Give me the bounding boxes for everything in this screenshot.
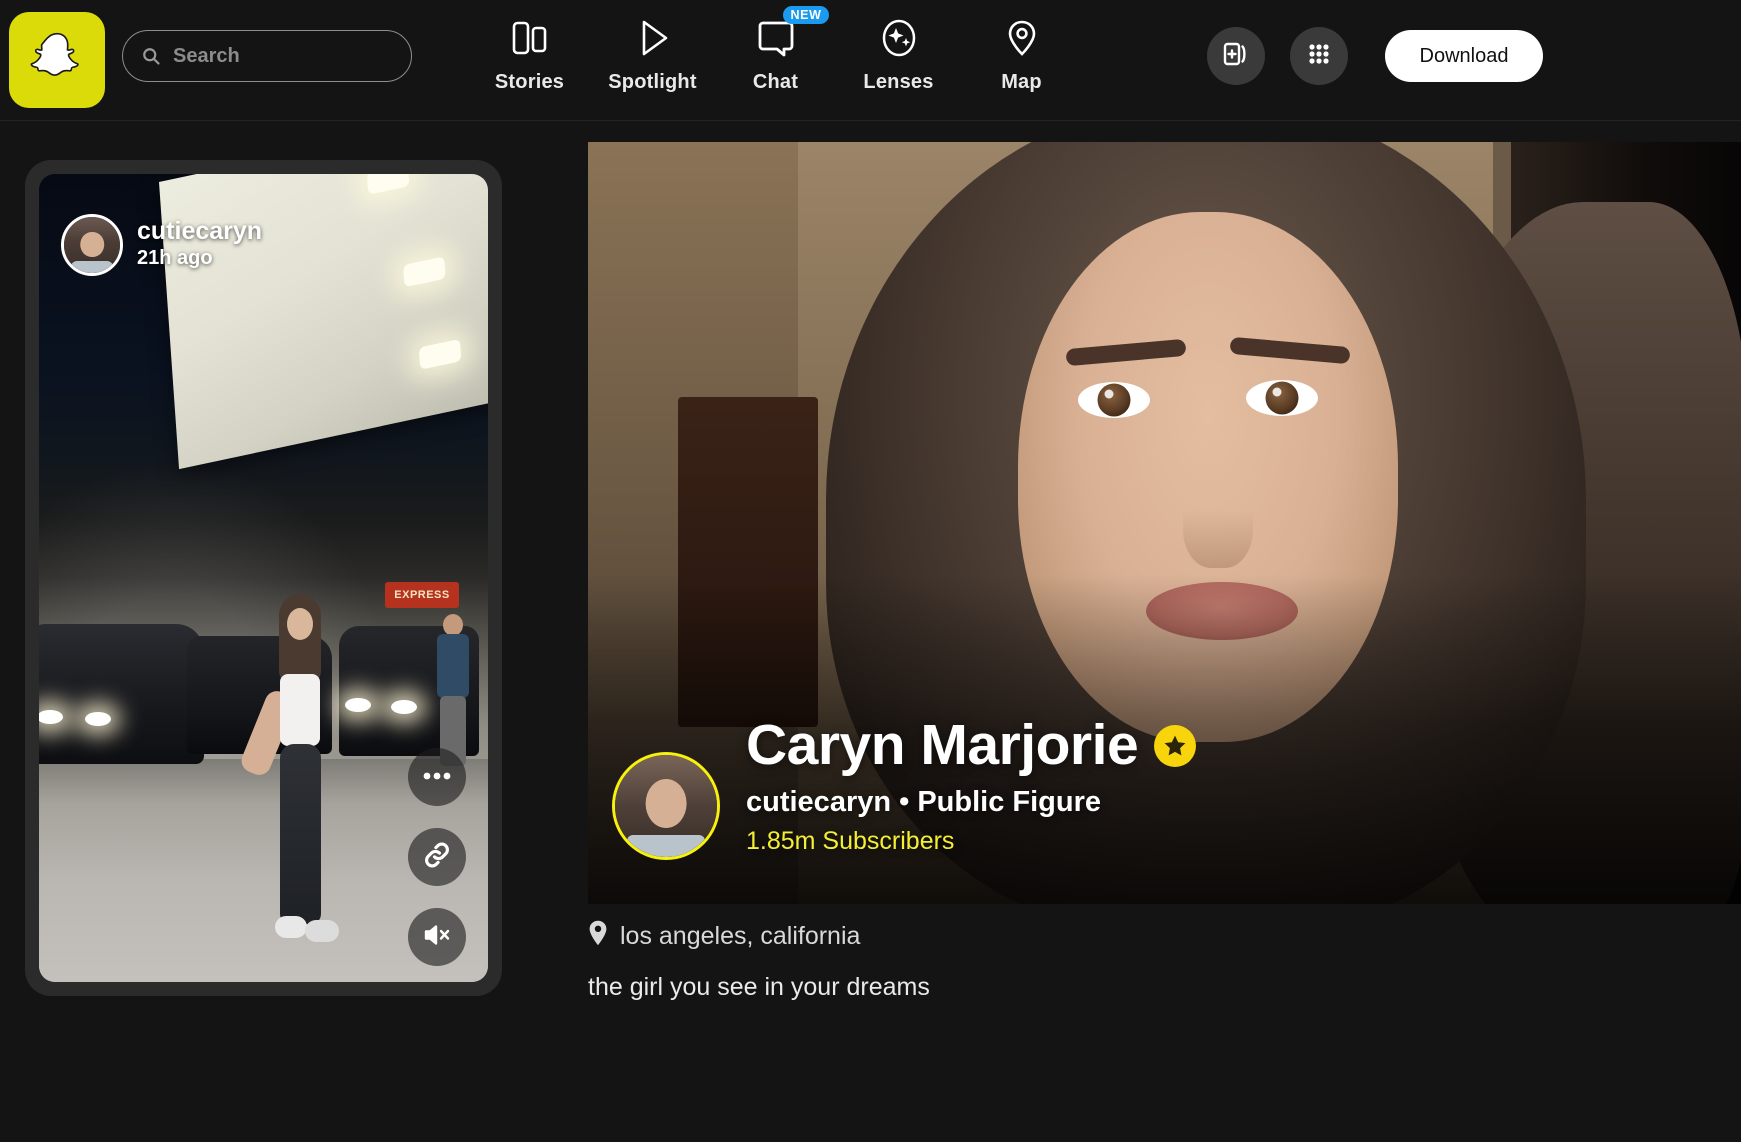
mute-button[interactable]: [408, 908, 466, 966]
primary-nav: Stories Spotlight NEW Chat Lenses Map: [468, 6, 1083, 94]
app-grid-icon: [1305, 40, 1333, 73]
profile-location-text: los angeles, california: [620, 922, 861, 950]
profile-display-name: Caryn Marjorie: [746, 713, 1139, 778]
chat-bubble-icon: NEW: [755, 6, 830, 62]
nav-item-map[interactable]: Map: [960, 14, 1083, 94]
nav-label-stories: Stories: [494, 71, 565, 93]
nav-item-spotlight[interactable]: Spotlight: [591, 14, 714, 94]
story-author-header[interactable]: cutiecaryn 21h ago: [61, 214, 262, 276]
top-navigation-bar: Stories Spotlight NEW Chat: [0, 0, 1741, 121]
chat-new-badge: NEW: [782, 6, 830, 24]
add-to-story-button[interactable]: [1207, 27, 1265, 85]
speaker-muted-icon: [422, 922, 452, 953]
story-username: cutiecaryn: [137, 216, 263, 245]
profile-bio-text: the girl you see in your dreams: [588, 973, 930, 1001]
story-subject-person: [237, 594, 351, 982]
nav-item-chat[interactable]: NEW Chat: [714, 6, 837, 94]
map-pin-icon: [588, 920, 608, 953]
copy-link-button[interactable]: [408, 828, 466, 886]
search-icon: [141, 46, 161, 66]
link-icon: [422, 840, 452, 875]
profile-handle-line: cutiecaryn • Public Figure: [746, 786, 1102, 818]
profile-hero-panel: Caryn Marjorie cutiecaryn • Public Figur…: [588, 142, 1741, 904]
story-card[interactable]: EXPRESS cutiecaryn 21h ago: [25, 160, 502, 996]
store-sign: EXPRESS: [385, 582, 459, 608]
search-bar[interactable]: [122, 30, 412, 82]
display-name-row: Caryn Marjorie: [746, 713, 1197, 778]
download-button[interactable]: Download: [1385, 30, 1543, 82]
sparkle-icon: [877, 14, 921, 62]
verified-star-badge: [1154, 725, 1197, 768]
story-avatar[interactable]: [61, 214, 123, 276]
search-input[interactable]: [173, 44, 383, 68]
map-pin-icon: [1002, 14, 1042, 62]
snapchat-logo-button[interactable]: [9, 12, 105, 108]
add-to-story-icon: [1221, 39, 1251, 74]
profile-location-row: los angeles, california: [588, 920, 1588, 953]
nav-label-lenses: Lenses: [863, 71, 934, 93]
profile-subscriber-count: 1.85m Subscribers: [746, 827, 955, 855]
profile-identity-overlay: Caryn Marjorie cutiecaryn • Public Figur…: [612, 713, 1717, 860]
app-grid-button[interactable]: [1290, 27, 1348, 85]
story-timestamp: 21h ago: [137, 247, 213, 270]
play-icon: [631, 14, 675, 62]
nav-item-lenses[interactable]: Lenses: [837, 14, 960, 94]
profile-avatar[interactable]: [612, 752, 720, 860]
nav-label-chat: Chat: [752, 71, 799, 93]
nav-label-map: Map: [1001, 71, 1042, 93]
snapchat-ghost-icon: [29, 30, 85, 91]
nav-item-stories[interactable]: Stories: [468, 14, 591, 94]
nav-label-spotlight: Spotlight: [608, 71, 697, 93]
stories-icon: [510, 14, 550, 62]
story-media[interactable]: EXPRESS cutiecaryn 21h ago: [39, 174, 488, 982]
vehicle-left: [39, 624, 204, 764]
ellipsis-icon: [422, 768, 452, 786]
profile-bio-block: los angeles, california the girl you see…: [588, 920, 1588, 1002]
more-options-button[interactable]: [408, 748, 466, 806]
